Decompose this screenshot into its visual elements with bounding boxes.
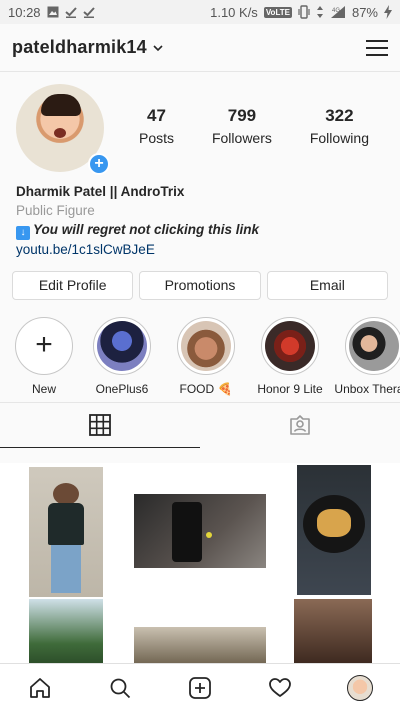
highlight-thumbnail (97, 320, 147, 371)
stat-value: 799 (227, 106, 257, 125)
tab-grid[interactable] (0, 403, 200, 448)
status-time: 10:28 (8, 4, 41, 20)
bio-link[interactable]: youtu.be/1c1slCwBJeE (16, 240, 384, 259)
highlight-ring[interactable] (177, 316, 235, 375)
highlight-item[interactable]: FOOD 🍕 (168, 316, 244, 400)
status-bar: 10:28 1.10 K/s VoLTE 4G 87% (0, 0, 400, 24)
display-name: Dharmik Patel || AndroTrix (16, 184, 185, 199)
heart-icon (269, 677, 291, 697)
post-thumbnail[interactable] (29, 599, 103, 663)
highlight-thumbnail (265, 320, 315, 371)
nav-profile[interactable] (340, 668, 380, 708)
volte-badge: VoLTE (263, 6, 292, 18)
edit-profile-button[interactable]: Edit Profile (12, 270, 134, 300)
down-arrow-icon: ↓ (16, 225, 30, 240)
profile-header: pateldharmik14 (0, 24, 400, 72)
post-thumbnail[interactable] (134, 627, 266, 663)
stat-value: 47 (147, 106, 166, 125)
stat-label: Followers (211, 130, 272, 146)
profile-actions: Edit Profile Promotions Email (0, 259, 400, 300)
tagged-icon (290, 415, 310, 435)
chevron-down-icon[interactable] (153, 43, 163, 53)
highlight-label: Honor 9 Lite (257, 381, 323, 396)
battery-level: 87% (351, 4, 378, 20)
vibrate-icon (298, 5, 310, 19)
profile-summary: + 47 Posts 799 Followers 322 Following (0, 72, 400, 175)
download-done-icon (64, 7, 77, 18)
account-switcher[interactable]: pateldharmik14 (12, 37, 147, 58)
stat-label: Following (309, 130, 369, 146)
stat-label: Posts (138, 130, 174, 146)
profile-tabs (0, 401, 400, 448)
posts-grid (0, 463, 400, 663)
post-thumbnail[interactable] (294, 599, 372, 663)
add-story-icon[interactable]: + (88, 153, 110, 175)
highlight-thumbnail (181, 320, 231, 371)
post-thumbnail[interactable] (297, 465, 371, 595)
profile-avatar-small (347, 674, 373, 701)
bio-tagline-text: You will regret not clicking this link (33, 222, 260, 237)
highlight-label: New (31, 381, 56, 396)
post-thumbnail[interactable] (134, 494, 266, 568)
menu-icon[interactable] (366, 39, 388, 56)
post-thumbnail[interactable] (29, 467, 103, 597)
grid-icon (89, 414, 111, 436)
charging-icon (384, 5, 392, 19)
highlight-ring[interactable] (261, 316, 319, 375)
add-post-icon (189, 676, 211, 699)
download-done-icon (82, 7, 95, 18)
gallery-icon (47, 6, 59, 18)
highlight-item[interactable]: OnePlus6 (84, 316, 160, 400)
plus-icon: + (35, 327, 53, 361)
tab-tagged[interactable] (200, 403, 400, 448)
promotions-button[interactable]: Promotions (139, 270, 261, 300)
nav-add-post[interactable] (180, 668, 220, 708)
home-icon (30, 677, 50, 698)
stat-posts[interactable]: 47 Posts (139, 106, 174, 146)
highlight-label: FOOD 🍕 (179, 381, 233, 396)
profile-avatar-container[interactable]: + (16, 84, 110, 175)
profile-stats: 47 Posts 799 Followers 322 Following (120, 106, 388, 146)
nav-activity[interactable] (260, 668, 300, 708)
highlight-ring[interactable]: + (15, 316, 73, 375)
highlight-thumbnail (349, 320, 399, 371)
highlight-label: Unbox Thera... (334, 381, 400, 396)
nav-home[interactable] (20, 668, 60, 708)
signal-icon: 4G (330, 6, 345, 18)
network-speed: 1.10 K/s (210, 4, 258, 20)
highlight-ring[interactable] (93, 316, 151, 375)
highlight-ring[interactable] (345, 316, 400, 375)
highlight-item[interactable]: Unbox Thera... (334, 316, 400, 400)
stat-followers[interactable]: 799 Followers (212, 106, 272, 146)
stat-following[interactable]: 322 Following (310, 106, 369, 146)
highlight-item[interactable]: Honor 9 Lite (252, 316, 328, 400)
highlight-new[interactable]: + New (12, 316, 76, 400)
email-button[interactable]: Email (266, 270, 388, 300)
stat-value: 322 (325, 106, 354, 125)
data-arrows-icon (316, 6, 323, 18)
search-icon (110, 678, 131, 698)
svg-text:4G: 4G (332, 8, 340, 14)
bottom-navigation (0, 663, 400, 711)
story-highlights: + New OnePlus6 FOOD 🍕 Honor 9 Lite Unbox… (0, 300, 400, 400)
highlight-label: OnePlus6 (95, 381, 149, 396)
profile-category: Public Figure (16, 203, 95, 218)
bio-tagline: ↓ You will regret not clicking this link (16, 220, 384, 240)
nav-search[interactable] (100, 668, 140, 708)
profile-bio: Dharmik Patel || AndroTrix Public Figure… (0, 172, 400, 259)
